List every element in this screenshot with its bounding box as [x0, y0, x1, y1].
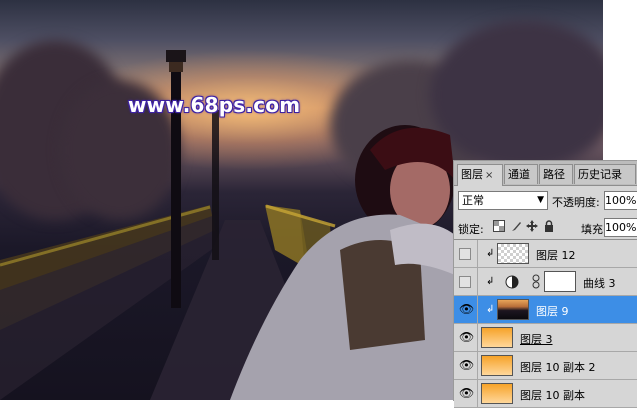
visibility-toggle[interactable]: 👁	[454, 380, 478, 407]
fill-field[interactable]: 100%	[604, 218, 637, 237]
layer-name: 图层 3	[520, 333, 553, 346]
tab-channels-label: 通道	[508, 168, 530, 181]
layer-thumbnail	[481, 383, 513, 404]
layer-name: 曲线 3	[583, 277, 616, 290]
lock-paint-icon[interactable]	[510, 220, 522, 232]
curves-adjustment-icon	[505, 275, 519, 289]
dropdown-arrow-icon: ▼	[537, 195, 544, 205]
tab-layers-label: 图层	[461, 168, 483, 181]
canvas-background	[603, 0, 637, 160]
visibility-toggle[interactable]: 👁	[454, 352, 478, 379]
tab-channels[interactable]: 通道	[504, 164, 538, 184]
visibility-toggle[interactable]	[454, 240, 478, 267]
visibility-toggle[interactable]: 👁	[454, 296, 478, 323]
blend-mode-value: 正常	[462, 194, 484, 207]
layer-name: 图层 9	[536, 305, 569, 318]
close-icon[interactable]: ×	[485, 170, 493, 181]
eye-icon: 👁	[459, 330, 475, 344]
eye-icon: 👁	[459, 386, 475, 400]
link-chain-icon[interactable]	[532, 274, 540, 289]
panel-tab-bar: 图层 × 通道 路径 历史记录	[454, 161, 637, 186]
layer-name: 图层 10 副本	[520, 389, 585, 402]
blend-mode-select[interactable]: 正常 ▼	[458, 191, 548, 210]
layer-row[interactable]: 👁 图层 10 副本	[454, 380, 637, 408]
layers-panel: 图层 × 通道 路径 历史记录 正常 ▼ 不透明度: 100% 锁定: 填充: 1…	[453, 160, 637, 408]
lock-label: 锁定:	[458, 223, 484, 236]
hidden-eye-box	[459, 248, 471, 260]
tab-layers[interactable]: 图层 ×	[457, 164, 503, 186]
tab-history-label: 历史记录	[578, 168, 622, 181]
layer-row[interactable]: ↲ 图层 12	[454, 240, 637, 268]
eye-icon: 👁	[459, 302, 475, 316]
fill-label: 填充:	[581, 223, 607, 236]
opacity-label: 不透明度:	[552, 196, 600, 209]
layer-thumbnail	[497, 299, 529, 320]
layer-name: 图层 10 副本 2	[520, 361, 596, 374]
layer-thumbnail	[481, 327, 513, 348]
tab-paths-label: 路径	[543, 168, 565, 181]
layer-row[interactable]: 👁 图层 3	[454, 324, 637, 352]
clip-arrow-icon: ↲	[486, 248, 495, 259]
lock-move-icon[interactable]	[526, 220, 538, 232]
layer-thumbnail	[497, 243, 529, 264]
watermark-text: www.68ps.com	[128, 93, 301, 117]
lock-transparent-icon[interactable]	[493, 220, 505, 232]
visibility-toggle[interactable]: 👁	[454, 324, 478, 351]
layer-thumbnail	[481, 355, 513, 376]
clip-arrow-icon: ↲	[486, 276, 495, 287]
layer-list: ↲ 图层 12 ↲ 曲线 3 👁 ↲ 图层 9 👁 图层 3 👁 图层 10 副…	[454, 239, 637, 408]
tab-paths[interactable]: 路径	[539, 164, 573, 184]
hidden-eye-box	[459, 276, 471, 288]
layer-name: 图层 12	[536, 249, 576, 262]
clip-arrow-icon: ↲	[486, 304, 495, 315]
lock-all-icon[interactable]	[543, 220, 555, 232]
layer-row[interactable]: 👁 图层 10 副本 2	[454, 352, 637, 380]
visibility-toggle[interactable]	[454, 268, 478, 295]
layer-mask-thumbnail	[544, 271, 576, 292]
opacity-field[interactable]: 100%	[604, 191, 637, 210]
layer-row-selected[interactable]: 👁 ↲ 图层 9	[454, 296, 637, 324]
layer-row[interactable]: ↲ 曲线 3	[454, 268, 637, 296]
eye-icon: 👁	[459, 358, 475, 372]
tab-history[interactable]: 历史记录	[574, 164, 636, 184]
